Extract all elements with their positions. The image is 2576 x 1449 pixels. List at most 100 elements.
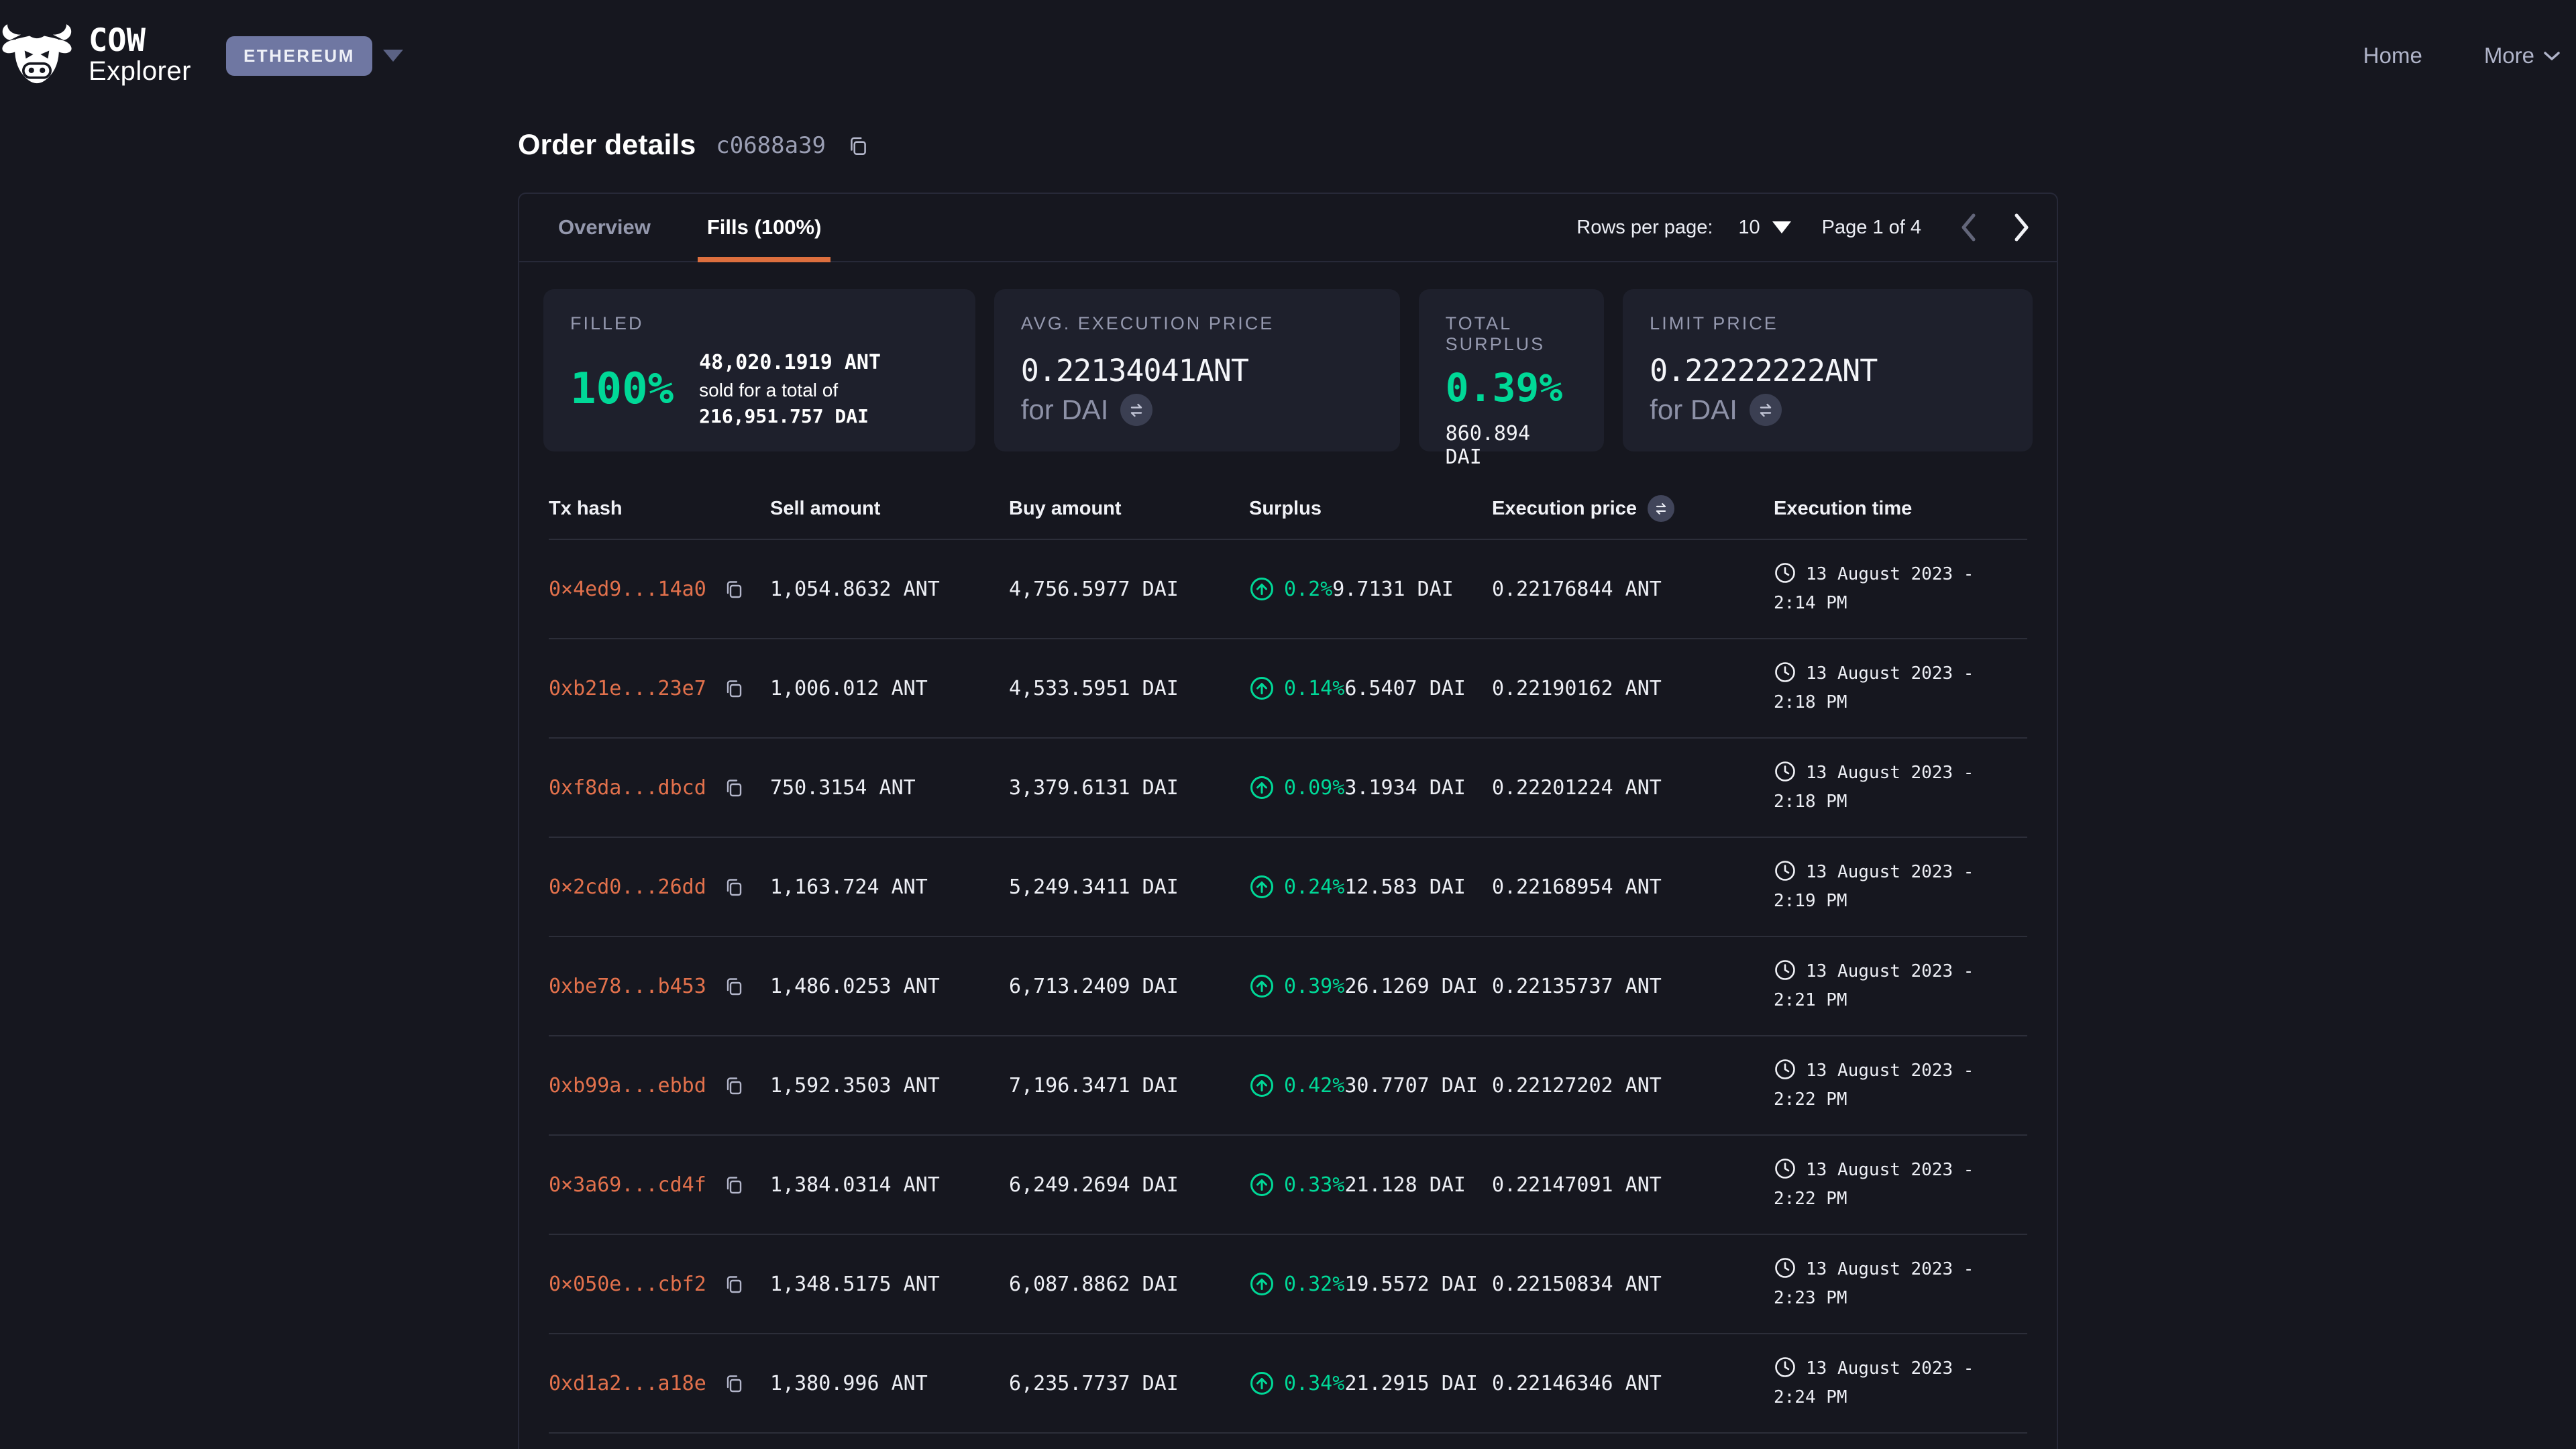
fills-table-body: 0×4ed9...14a0 1,054.8632 ANT 4,756.5977 … bbox=[549, 540, 2027, 1434]
table-row: 0×3a69...cd4f 1,384.0314 ANT 6,249.2694 … bbox=[549, 1136, 2027, 1235]
filled-label: FILLED bbox=[570, 313, 949, 334]
tx-hash-link[interactable]: 0xd1a2...a18e bbox=[549, 1372, 706, 1395]
execution-price: 0.22150834 ANT bbox=[1492, 1273, 1774, 1296]
arrow-up-circle-icon bbox=[1249, 973, 1275, 999]
tab-bar: Overview Fills (100%) Rows per page: 10 … bbox=[519, 194, 2057, 262]
tx-hash-link[interactable]: 0xf8da...dbcd bbox=[549, 776, 706, 800]
buy-amount: 6,087.8862 DAI bbox=[1009, 1273, 1249, 1296]
copy-icon[interactable] bbox=[722, 875, 745, 898]
cow-head-icon bbox=[0, 23, 74, 89]
buy-amount: 6,249.2694 DAI bbox=[1009, 1173, 1249, 1197]
chevron-right-icon bbox=[2014, 213, 2030, 241]
sell-amount: 1,054.8632 ANT bbox=[770, 578, 1009, 601]
network-badge[interactable]: ETHEREUM bbox=[226, 36, 372, 76]
surplus-amount: 9.7131 DAI bbox=[1332, 578, 1454, 601]
execution-time-cell: 13 August 2023 - 2:14 PM bbox=[1774, 560, 2027, 618]
total-surplus-percent: 0.39% bbox=[1446, 368, 1578, 407]
sell-amount: 1,380.996 ANT bbox=[770, 1372, 1009, 1395]
arrow-up-circle-icon bbox=[1249, 676, 1275, 701]
execution-time: 13 August 2023 - 2:23 PM bbox=[1774, 1259, 1974, 1308]
clock-icon bbox=[1774, 1058, 1796, 1081]
filled-amount: 48,020.1919 ANT bbox=[699, 349, 949, 377]
table-row: 0×050e...cbf2 1,348.5175 ANT 6,087.8862 … bbox=[549, 1235, 2027, 1334]
copy-icon[interactable] bbox=[722, 578, 745, 600]
surplus-percent: 0.09% bbox=[1284, 776, 1344, 800]
table-row: 0xb21e...23e7 1,006.012 ANT 4,533.5951 D… bbox=[549, 639, 2027, 739]
execution-price: 0.22127202 ANT bbox=[1492, 1074, 1774, 1097]
limit-price-label: LIMIT PRICE bbox=[1650, 313, 2006, 334]
execution-time: 13 August 2023 - 2:18 PM bbox=[1774, 663, 1974, 712]
arrow-up-circle-icon bbox=[1249, 1271, 1275, 1297]
swap-arrows-icon[interactable] bbox=[1750, 394, 1782, 426]
sell-amount: 750.3154 ANT bbox=[770, 776, 1009, 800]
clock-icon bbox=[1774, 859, 1796, 882]
surplus-amount: 21.128 DAI bbox=[1344, 1173, 1466, 1197]
copy-icon[interactable] bbox=[722, 1173, 745, 1196]
tab-overview[interactable]: Overview bbox=[558, 194, 651, 261]
execution-time-cell: 13 August 2023 - 2:23 PM bbox=[1774, 1255, 2027, 1313]
tx-hash-link[interactable]: 0xb21e...23e7 bbox=[549, 677, 706, 700]
execution-time: 13 August 2023 - 2:22 PM bbox=[1774, 1160, 1974, 1209]
nav-more[interactable]: More bbox=[2484, 43, 2560, 68]
arrow-up-circle-icon bbox=[1249, 775, 1275, 800]
arrow-up-circle-icon bbox=[1249, 874, 1275, 900]
avg-execution-price-card: AVG. EXECUTION PRICE 0.22134041ANT for D… bbox=[994, 289, 1400, 451]
execution-time-cell: 13 August 2023 - 2:18 PM bbox=[1774, 659, 2027, 717]
next-page-button[interactable] bbox=[2014, 213, 2030, 241]
clock-icon bbox=[1774, 561, 1796, 584]
tab-fills[interactable]: Fills (100%) bbox=[707, 194, 822, 261]
execution-time: 13 August 2023 - 2:21 PM bbox=[1774, 961, 1974, 1010]
arrow-up-circle-icon bbox=[1249, 1371, 1275, 1396]
buy-amount: 3,379.6131 DAI bbox=[1009, 776, 1249, 800]
surplus-amount: 30.7707 DAI bbox=[1344, 1074, 1478, 1097]
rows-per-page-select[interactable]: 10 bbox=[1738, 217, 1790, 239]
tx-hash-link[interactable]: 0×3a69...cd4f bbox=[549, 1173, 706, 1197]
sell-amount: 1,384.0314 ANT bbox=[770, 1173, 1009, 1197]
clock-icon bbox=[1774, 1356, 1796, 1379]
sell-amount: 1,486.0253 ANT bbox=[770, 975, 1009, 998]
tx-hash-link[interactable]: 0×050e...cbf2 bbox=[549, 1273, 706, 1296]
limit-price-card: LIMIT PRICE 0.22222222ANT for DAI bbox=[1623, 289, 2033, 451]
table-row: 0xb99a...ebbd 1,592.3503 ANT 7,196.3471 … bbox=[549, 1036, 2027, 1136]
tx-hash-link[interactable]: 0×2cd0...26dd bbox=[549, 875, 706, 899]
copy-icon[interactable] bbox=[846, 133, 870, 158]
copy-icon[interactable] bbox=[722, 1074, 745, 1097]
total-surplus-card: TOTAL SURPLUS 0.39% 860.894 DAI bbox=[1419, 289, 1605, 451]
avg-price-unit: for DAI bbox=[1021, 394, 1109, 426]
sell-amount: 1,592.3503 ANT bbox=[770, 1074, 1009, 1097]
surplus-amount: 6.5407 DAI bbox=[1344, 677, 1466, 700]
surplus-amount: 12.583 DAI bbox=[1344, 875, 1466, 899]
rows-per-page: Rows per page: 10 bbox=[1576, 217, 1790, 239]
execution-time: 13 August 2023 - 2:24 PM bbox=[1774, 1358, 1974, 1407]
pager-buttons bbox=[1960, 213, 2030, 241]
page-indicator: Page 1 of 4 bbox=[1822, 217, 1921, 239]
network-selector[interactable]: ETHEREUM bbox=[226, 36, 403, 76]
buy-amount: 5,249.3411 DAI bbox=[1009, 875, 1249, 899]
tx-hash-link[interactable]: 0xbe78...b453 bbox=[549, 975, 706, 998]
copy-icon[interactable] bbox=[722, 776, 745, 799]
page-title-row: Order details c0688a39 bbox=[518, 129, 2058, 162]
surplus-percent: 0.39% bbox=[1284, 975, 1344, 998]
limit-price-unit: for DAI bbox=[1650, 394, 1737, 426]
nav-home[interactable]: Home bbox=[2363, 43, 2422, 68]
table-header: Tx hash Sell amount Buy amount Surplus E… bbox=[549, 478, 2027, 540]
table-row: 0xbe78...b453 1,486.0253 ANT 6,713.2409 … bbox=[549, 937, 2027, 1036]
swap-arrows-icon[interactable] bbox=[1648, 495, 1674, 522]
logo-title: COW bbox=[89, 25, 191, 56]
surplus-percent: 0.42% bbox=[1284, 1074, 1344, 1097]
swap-arrows-icon[interactable] bbox=[1120, 394, 1152, 426]
clock-icon bbox=[1774, 1157, 1796, 1180]
rows-per-page-label: Rows per page: bbox=[1576, 217, 1713, 239]
copy-icon[interactable] bbox=[722, 677, 745, 700]
copy-icon[interactable] bbox=[722, 975, 745, 998]
cow-explorer-logo[interactable]: COW Explorer bbox=[0, 23, 191, 89]
column-surplus: Surplus bbox=[1249, 498, 1492, 520]
previous-page-button[interactable] bbox=[1960, 213, 1976, 241]
copy-icon[interactable] bbox=[722, 1273, 745, 1295]
avg-price-value: 0.22134041ANT bbox=[1021, 353, 1373, 388]
total-surplus-amount: 860.894 DAI bbox=[1446, 422, 1578, 469]
tx-hash-link[interactable]: 0xb99a...ebbd bbox=[549, 1074, 706, 1097]
copy-icon[interactable] bbox=[722, 1372, 745, 1395]
tx-hash-link[interactable]: 0×4ed9...14a0 bbox=[549, 578, 706, 601]
table-row: 0xf8da...dbcd 750.3154 ANT 3,379.6131 DA… bbox=[549, 739, 2027, 838]
